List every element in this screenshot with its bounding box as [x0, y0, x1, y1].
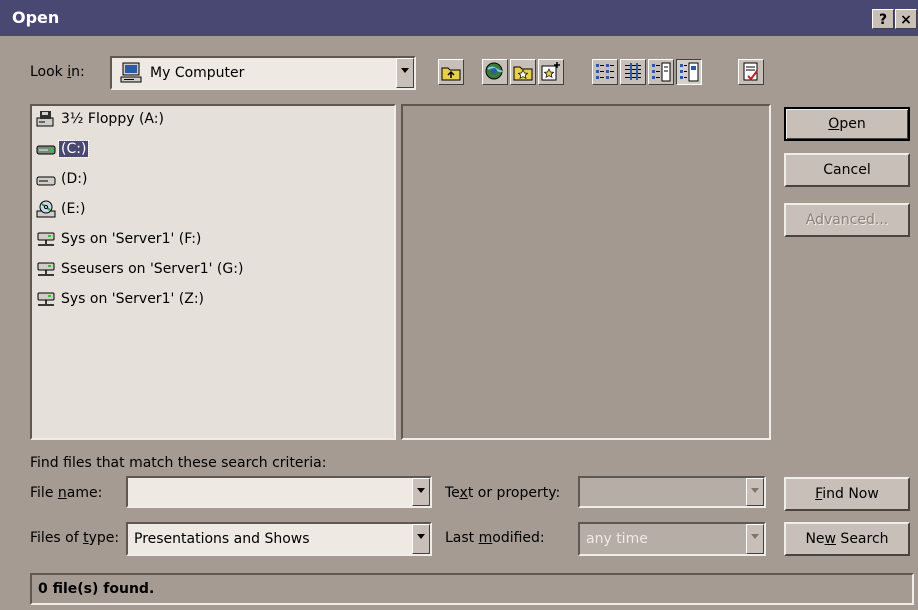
- cancel-button[interactable]: Cancel: [784, 153, 910, 187]
- hard-drive-icon: [36, 140, 56, 158]
- list-item[interactable]: 3½ Floppy (A:): [36, 110, 166, 134]
- list-item[interactable]: Sys on 'Server1' (Z:): [36, 290, 206, 314]
- list-view-icon[interactable]: [592, 59, 618, 85]
- list-item[interactable]: Sseusers on 'Server1' (G:): [36, 260, 245, 284]
- chevron-down-icon: [746, 478, 764, 506]
- preview-view-icon[interactable]: [676, 59, 702, 85]
- look-in-value: My Computer: [150, 65, 245, 81]
- advanced-button[interactable]: Advanced...: [784, 203, 910, 237]
- look-in-label: Look in:: [30, 64, 85, 80]
- last-modified-label: Last modified:: [445, 530, 545, 546]
- network-drive-icon: [36, 230, 56, 248]
- title-bar[interactable]: Open ? ×: [0, 0, 918, 36]
- file-name-label: File name:: [30, 485, 103, 501]
- preview-pane: [401, 104, 771, 440]
- status-text: 0 file(s) found.: [38, 581, 155, 597]
- open-button[interactable]: Open: [784, 107, 910, 141]
- cd-drive-icon: [36, 200, 56, 218]
- chevron-down-icon[interactable]: [412, 478, 430, 506]
- status-bar: 0 file(s) found.: [30, 573, 914, 605]
- chevron-down-icon[interactable]: [412, 524, 430, 554]
- help-button[interactable]: ?: [872, 9, 894, 29]
- add-to-favorites-icon[interactable]: [538, 59, 564, 85]
- search-web-icon[interactable]: [482, 59, 508, 85]
- dialog-title: Open: [12, 8, 60, 27]
- floppy-drive-icon: [36, 110, 56, 128]
- network-drive-icon: [36, 260, 56, 278]
- find-now-button[interactable]: Find Now: [784, 477, 910, 511]
- search-criteria-label: Find files that match these search crite…: [30, 455, 327, 471]
- details-view-icon[interactable]: [620, 59, 646, 85]
- up-one-level-icon[interactable]: [438, 59, 464, 85]
- files-of-type-label: Files of type:: [30, 530, 120, 546]
- file-list[interactable]: 3½ Floppy (A:) (C:) (D:) (E:) Sys on 'Se…: [30, 104, 396, 440]
- text-property-label: Text or property:: [445, 485, 561, 501]
- text-property-combobox: [578, 476, 766, 508]
- list-item[interactable]: Sys on 'Server1' (F:): [36, 230, 203, 254]
- look-in-favorites-icon[interactable]: [510, 59, 536, 85]
- close-button[interactable]: ×: [895, 9, 917, 29]
- my-computer-icon: [120, 62, 144, 88]
- network-drive-icon: [36, 290, 56, 308]
- hard-drive-icon: [36, 170, 56, 188]
- list-item[interactable]: (D:): [36, 170, 89, 194]
- list-item[interactable]: (E:): [36, 200, 88, 224]
- files-of-type-value: Presentations and Shows: [134, 531, 310, 547]
- files-of-type-combobox[interactable]: Presentations and Shows: [126, 522, 432, 556]
- chevron-down-icon[interactable]: [396, 58, 414, 88]
- list-item[interactable]: (C:): [36, 140, 90, 164]
- open-dialog: Open ? × Look in: My Computer 3½ Floppy …: [0, 0, 918, 610]
- last-modified-combobox: any time: [578, 522, 766, 556]
- look-in-combobox[interactable]: My Computer: [110, 56, 416, 90]
- chevron-down-icon: [746, 524, 764, 554]
- last-modified-value: any time: [586, 531, 648, 547]
- new-search-button[interactable]: New Search: [784, 522, 910, 556]
- file-name-combobox[interactable]: [126, 476, 432, 508]
- properties-view-icon[interactable]: [648, 59, 674, 85]
- commands-icon[interactable]: [738, 59, 764, 85]
